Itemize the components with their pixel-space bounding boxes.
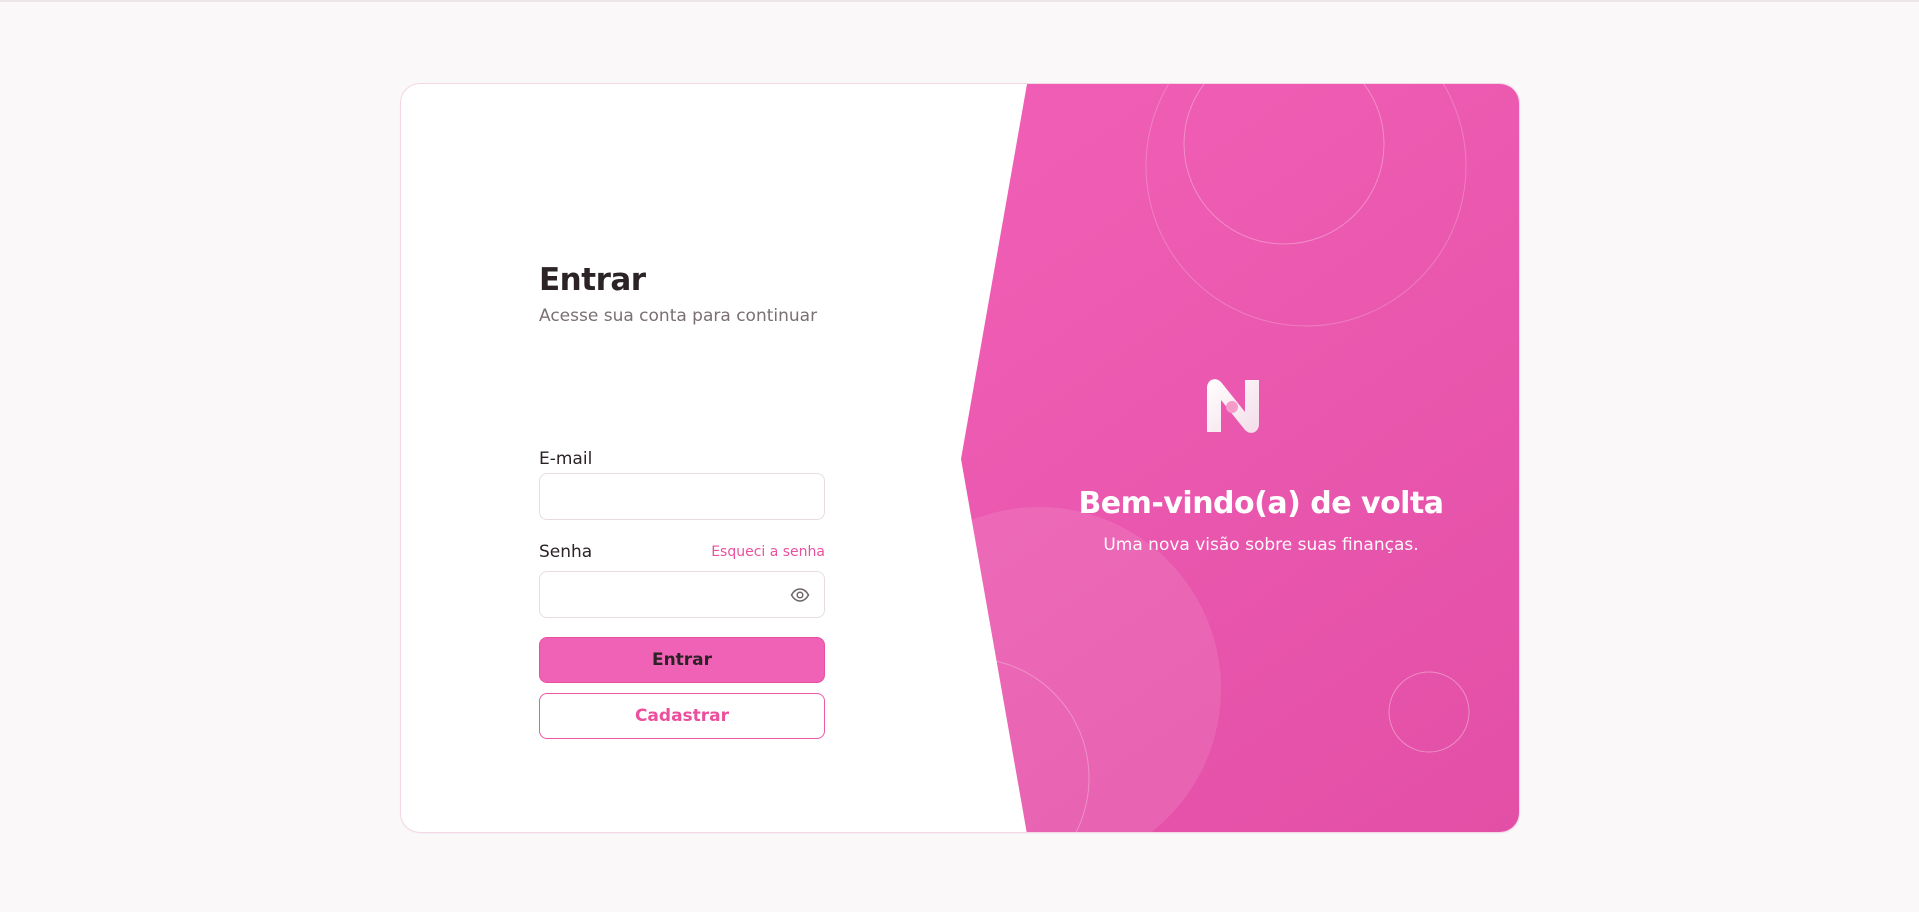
welcome-title: Bem-vindo(a) de volta xyxy=(1078,486,1444,521)
email-label: E-mail xyxy=(539,449,593,469)
password-input[interactable] xyxy=(540,572,824,617)
page-title: Entrar xyxy=(539,262,646,298)
password-label-row: Senha Esqueci a senha xyxy=(539,541,825,563)
email-input[interactable] xyxy=(540,474,824,519)
top-border xyxy=(0,0,1919,2)
register-button[interactable]: Cadastrar xyxy=(539,693,825,739)
brand-logo-icon xyxy=(1201,374,1265,438)
eye-icon[interactable] xyxy=(790,586,810,604)
welcome-subtitle: Uma nova visão sobre suas finanças. xyxy=(1103,535,1419,555)
login-card: Entrar Acesse sua conta para continuar E… xyxy=(400,83,1520,833)
password-label: Senha xyxy=(539,542,593,562)
password-field[interactable] xyxy=(539,571,825,618)
forgot-password-link[interactable]: Esqueci a senha xyxy=(711,544,825,560)
email-field[interactable] xyxy=(539,473,825,520)
login-form: Entrar Acesse sua conta para continuar E… xyxy=(539,260,825,739)
page-subtitle: Acesse sua conta para continuar xyxy=(539,306,818,326)
login-button[interactable]: Entrar xyxy=(539,637,825,683)
